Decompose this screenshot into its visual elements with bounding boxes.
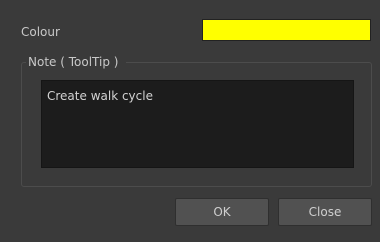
colour-swatch-button[interactable] bbox=[202, 19, 371, 41]
note-textarea[interactable]: Create walk cycle bbox=[41, 80, 354, 168]
note-group-box: Note ( ToolTip ) Create walk cycle bbox=[21, 54, 372, 187]
tooltip-note-dialog: Colour Note ( ToolTip ) Create walk cycl… bbox=[0, 0, 380, 242]
note-group-title: Note ( ToolTip ) bbox=[26, 54, 127, 70]
close-button[interactable]: Close bbox=[278, 198, 372, 226]
ok-button[interactable]: OK bbox=[175, 198, 269, 226]
colour-label: Colour bbox=[21, 25, 60, 39]
